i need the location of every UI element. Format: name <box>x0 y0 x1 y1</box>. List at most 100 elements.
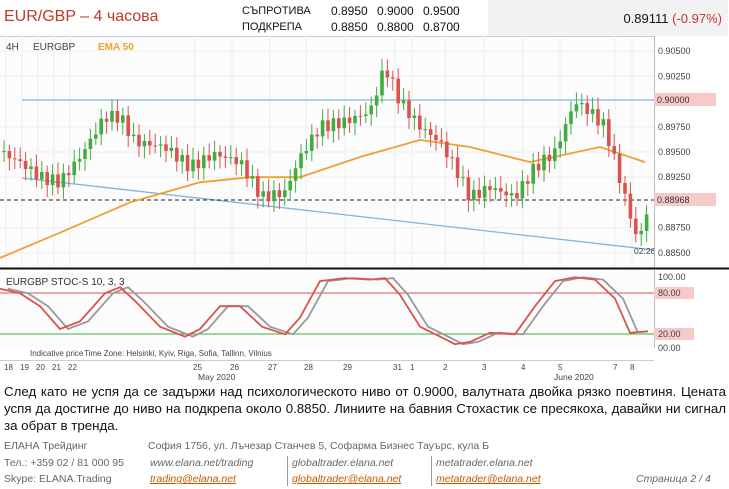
candle-down <box>515 193 519 199</box>
candle-down <box>445 141 449 158</box>
support-1: 0.8850 <box>331 20 368 34</box>
candle-up <box>574 104 579 112</box>
candle-up <box>169 147 174 151</box>
price-tick: 0.89500 <box>658 147 691 157</box>
candle-down <box>407 100 411 119</box>
candle-up <box>191 159 195 172</box>
candle-up <box>212 151 217 161</box>
month-june: June 2020 <box>554 372 594 382</box>
footer-email-metatrader[interactable]: metatrader@elana.net <box>436 473 541 485</box>
candle-up <box>2 151 6 153</box>
price-tick: 0.89750 <box>658 122 691 132</box>
candle-up <box>558 141 562 149</box>
date-tick: 18 <box>4 363 13 372</box>
stoch-label: EURGBP STOC-S 10, 3, 3 <box>6 277 125 288</box>
candle-down <box>385 70 390 78</box>
date-tick: 29 <box>343 363 352 372</box>
page-number: Страница 2 / 4 <box>636 473 711 485</box>
price-tick: 0.88500 <box>658 248 691 258</box>
resistance-2: 0.9000 <box>377 4 414 18</box>
candle-down <box>418 115 422 130</box>
candle-down <box>104 118 109 122</box>
stoch-tick-20: 20.00 <box>658 329 681 339</box>
candle-up <box>29 166 33 170</box>
stoch-tick-80: 80.00 <box>658 288 681 298</box>
candle-up <box>50 174 55 186</box>
candle-up <box>272 190 276 202</box>
candle-down <box>428 129 433 135</box>
date-tick: 5 <box>558 363 563 372</box>
current-price-axis-text: 0.88968 <box>657 195 690 205</box>
resistance-1: 0.8950 <box>331 4 368 18</box>
candle-up <box>288 180 292 191</box>
current-price: 0.89111 (-0.97%) <box>623 11 722 26</box>
candle-down <box>67 172 71 176</box>
timezone-label: Time Zone: Helsinki, Kyiv, Riga, Sofia, … <box>84 349 272 358</box>
candle-up <box>202 155 206 169</box>
candle-up <box>99 118 103 135</box>
date-axis: 18 19 20 21 22 25 26 27 28 29 31 1 2 3 4 5 7 8 <box>4 363 635 372</box>
candle-up <box>61 172 66 188</box>
candle-down <box>315 134 319 137</box>
candle-down <box>34 166 39 180</box>
candle-up <box>542 154 546 171</box>
support-label: ПОДКРЕПА <box>242 21 302 33</box>
header: EUR/GBP – 4 часова СЪПРОТИВА ПОДКРЕПА 0.… <box>0 0 729 36</box>
date-tick: 26 <box>230 363 239 372</box>
candle-down <box>396 78 400 104</box>
candle-up <box>88 138 93 150</box>
footer-site-globaltrader[interactable]: globaltrader.elana.net <box>292 457 393 469</box>
footer-divider-2 <box>431 456 432 486</box>
resistance-label: СЪПРОТИВА <box>242 5 311 17</box>
footer-divider-1 <box>287 456 288 486</box>
candle-down <box>153 145 157 147</box>
date-tick: 2 <box>443 363 448 372</box>
candle-up <box>250 176 255 179</box>
candle-down <box>185 155 190 172</box>
price-chart: 4H EURGBP EMA 50 02:26:05 0.90500 0.90250… <box>0 36 729 384</box>
footer-site-trading[interactable]: www.elana.net/trading <box>150 457 253 469</box>
date-tick: 22 <box>68 363 77 372</box>
candle-up <box>283 190 287 197</box>
candle-down <box>466 177 471 201</box>
candle-down <box>266 191 271 202</box>
month-may: May 2020 <box>198 372 236 382</box>
candle-up <box>353 115 357 124</box>
date-tick: 25 <box>193 363 202 372</box>
candle-up <box>423 129 427 131</box>
candle-down <box>358 115 363 117</box>
candle-up <box>520 181 525 199</box>
candle-down <box>7 151 12 159</box>
candle-down <box>164 144 168 151</box>
candle-down <box>115 110 120 123</box>
candle-up <box>72 161 76 176</box>
candle-down <box>450 157 454 159</box>
candle-down <box>504 191 508 196</box>
footer-email-globaltrader[interactable]: globaltrader@elana.net <box>292 473 401 485</box>
candle-up <box>229 157 233 159</box>
footer-email-trading[interactable]: trading@elana.net <box>150 473 236 485</box>
indicative-label: Indicative price <box>30 349 84 358</box>
candle-up <box>142 140 147 147</box>
page-title: EUR/GBP – 4 часова <box>4 8 159 25</box>
date-tick: 20 <box>36 363 45 372</box>
date-tick: 28 <box>304 363 313 372</box>
candle-up <box>180 155 184 162</box>
candle-down <box>439 140 444 142</box>
footer-skype: Skype: ELANA.Trading <box>4 473 112 485</box>
candle-down <box>126 115 130 137</box>
date-tick: 7 <box>613 363 618 372</box>
resistance-3: 0.9500 <box>423 4 460 18</box>
candle-up <box>304 150 309 154</box>
candle-up <box>320 120 325 137</box>
candle-up <box>40 172 44 180</box>
candle-down <box>526 181 530 184</box>
candle-up <box>493 188 498 191</box>
price-tick: 0.89250 <box>658 172 691 182</box>
candle-down <box>612 146 616 154</box>
date-tick: 21 <box>52 363 61 372</box>
candle-up <box>131 134 136 137</box>
footer-site-metatrader[interactable]: metatrader.elana.net <box>436 457 533 469</box>
candle-down <box>256 176 260 197</box>
candle-down <box>137 134 141 147</box>
